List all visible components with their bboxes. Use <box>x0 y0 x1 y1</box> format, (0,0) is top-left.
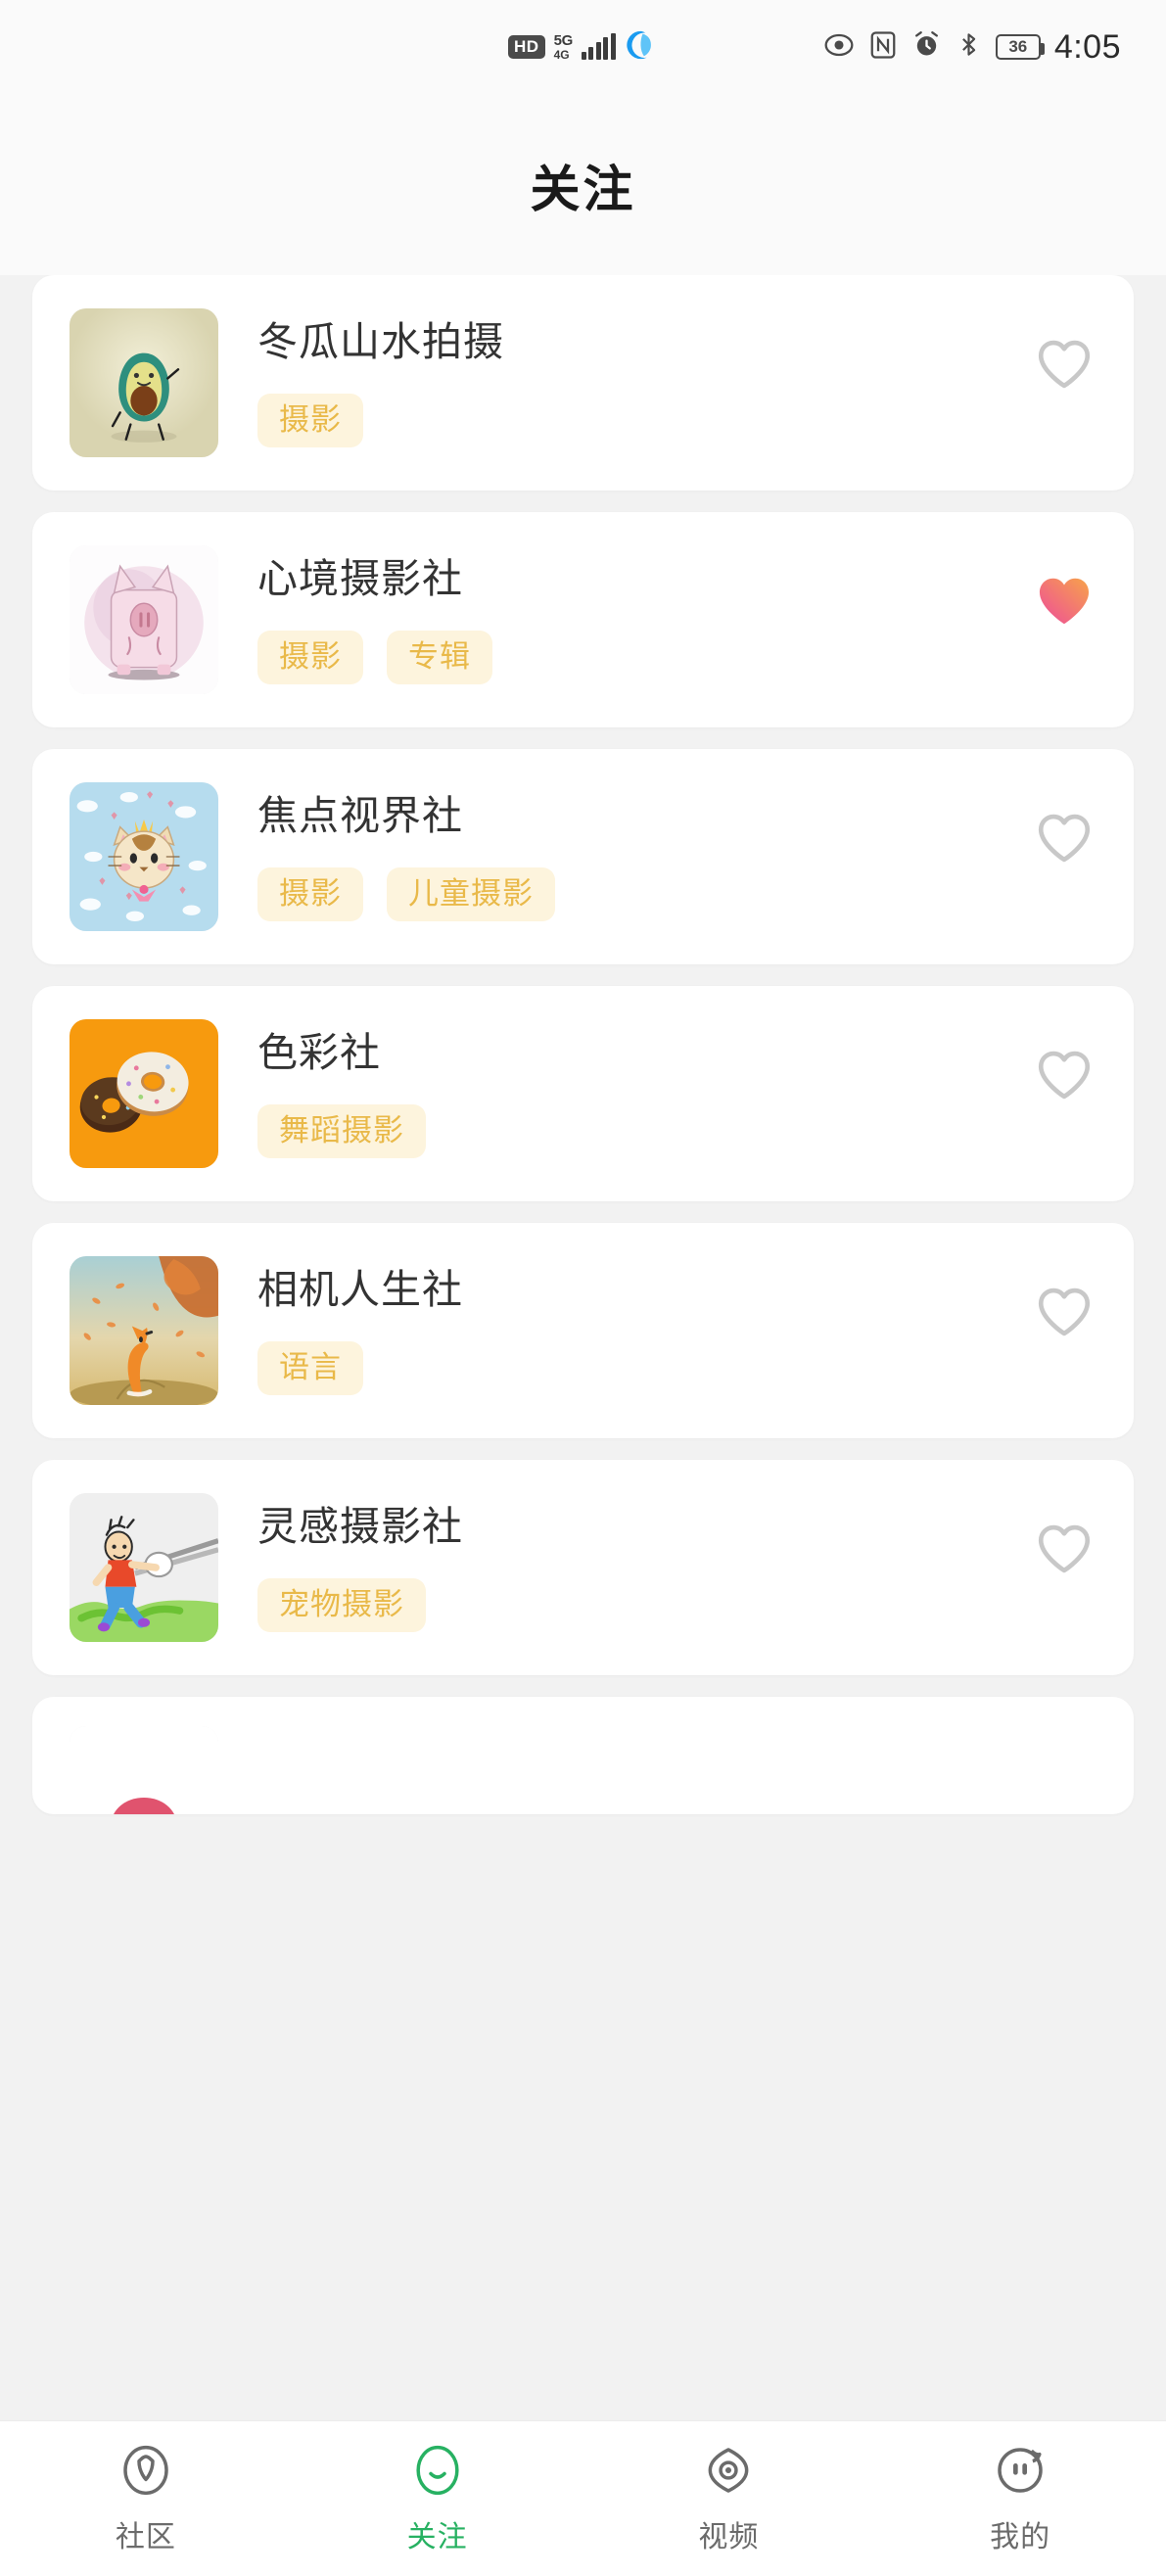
list-item[interactable]: 焦点视界社 摄影 儿童摄影 <box>32 749 1134 964</box>
page-title: 关注 <box>530 161 636 217</box>
battery-icon: 36 <box>995 34 1045 60</box>
favorite-heart-icon[interactable] <box>1034 571 1095 632</box>
group-info: 相机人生社 语言 <box>218 1256 1095 1396</box>
group-name: 心境摄影社 <box>257 556 463 601</box>
group-info: 焦点视界社 摄影 儿童摄影 <box>218 782 1095 922</box>
alarm-clock-icon <box>911 29 942 65</box>
group-thumbnail <box>70 782 218 931</box>
group-tags: 宠物摄影 <box>257 1578 1095 1633</box>
bluetooth-icon <box>956 30 982 64</box>
eye-icon <box>823 29 855 66</box>
group-tags: 摄影 <box>257 394 1095 448</box>
favorite-heart-icon[interactable] <box>1034 1282 1095 1342</box>
nfc-icon <box>868 30 898 65</box>
group-info: 色彩社 舞蹈摄影 <box>218 1019 1095 1159</box>
list-item[interactable]: 灵感摄影社 宠物摄影 <box>32 1460 1134 1675</box>
face-profile-icon <box>993 2443 1048 2498</box>
clock-time: 4:05 <box>1053 27 1121 66</box>
list-item[interactable]: 心境摄影社 摄影 专辑 <box>32 512 1134 727</box>
blue-orb-icon <box>625 28 658 67</box>
group-tags: 舞蹈摄影 <box>257 1104 1095 1159</box>
group-info: 心境摄影社 摄影 专辑 <box>218 545 1095 685</box>
leaf-compass-icon <box>118 2443 173 2498</box>
group-tags: 摄影 儿童摄影 <box>257 867 1095 922</box>
favorite-heart-icon[interactable] <box>1034 1519 1095 1579</box>
status-bar-right-group: 36 4:05 <box>823 28 1121 67</box>
bottom-navigation: 社区 关注 视频 我的 <box>0 2420 1166 2576</box>
hd-icon: HD <box>508 35 545 59</box>
group-thumbnail <box>70 308 218 457</box>
group-thumbnail <box>70 545 218 694</box>
group-name: 色彩社 <box>257 1030 381 1075</box>
eye-ring-icon <box>701 2443 756 2498</box>
favorite-heart-icon[interactable] <box>1034 808 1095 868</box>
tag-chip[interactable]: 摄影 <box>257 867 363 922</box>
list-item-partial[interactable] <box>32 1697 1134 1814</box>
tag-chip[interactable]: 语言 <box>257 1341 363 1396</box>
favorite-heart-icon[interactable] <box>1034 1045 1095 1105</box>
group-name: 相机人生社 <box>257 1267 463 1312</box>
list-item[interactable]: 相机人生社 语言 <box>32 1223 1134 1438</box>
smile-oval-icon <box>410 2443 465 2498</box>
tag-chip[interactable]: 专辑 <box>387 631 492 685</box>
group-info: 灵感摄影社 宠物摄影 <box>218 1493 1095 1633</box>
tab-label: 视频 <box>698 2520 760 2553</box>
group-thumbnail <box>70 1726 218 1814</box>
tag-chip[interactable]: 摄影 <box>257 631 363 685</box>
signal-bars-icon <box>581 33 616 60</box>
tag-chip[interactable]: 儿童摄影 <box>387 867 555 922</box>
group-thumbnail <box>70 1493 218 1642</box>
tab-community[interactable]: 社区 <box>0 2443 292 2555</box>
tab-label: 社区 <box>115 2520 176 2553</box>
tab-label: 我的 <box>990 2520 1051 2553</box>
list-item[interactable]: 冬瓜山水拍摄 摄影 <box>32 275 1134 491</box>
tab-label: 关注 <box>406 2520 468 2553</box>
group-thumbnail <box>70 1256 218 1405</box>
status-bar: HD 5G 4G 36 4:05 <box>0 0 1166 94</box>
favorite-heart-icon[interactable] <box>1034 334 1095 395</box>
tag-chip[interactable]: 摄影 <box>257 394 363 448</box>
group-info: 冬瓜山水拍摄 摄影 <box>218 308 1095 448</box>
group-tags: 摄影 专辑 <box>257 631 1095 685</box>
page-header: 关注 <box>0 94 1166 275</box>
tag-chip[interactable]: 舞蹈摄影 <box>257 1104 426 1159</box>
group-tags: 语言 <box>257 1341 1095 1396</box>
group-name: 灵感摄影社 <box>257 1504 463 1549</box>
group-name: 冬瓜山水拍摄 <box>257 319 504 364</box>
followed-groups-list[interactable]: 冬瓜山水拍摄 摄影 心境摄影社 摄影 专辑 焦点视界社 摄影 儿童摄影 色彩社 … <box>0 275 1166 2420</box>
tab-mine[interactable]: 我的 <box>874 2443 1166 2555</box>
group-thumbnail <box>70 1019 218 1168</box>
list-item[interactable]: 色彩社 舞蹈摄影 <box>32 986 1134 1201</box>
tab-video[interactable]: 视频 <box>583 2443 875 2555</box>
network-type-indicator: 5G 4G <box>553 32 574 62</box>
tab-follow[interactable]: 关注 <box>292 2443 583 2555</box>
group-name: 焦点视界社 <box>257 793 463 838</box>
tag-chip[interactable]: 宠物摄影 <box>257 1578 426 1633</box>
